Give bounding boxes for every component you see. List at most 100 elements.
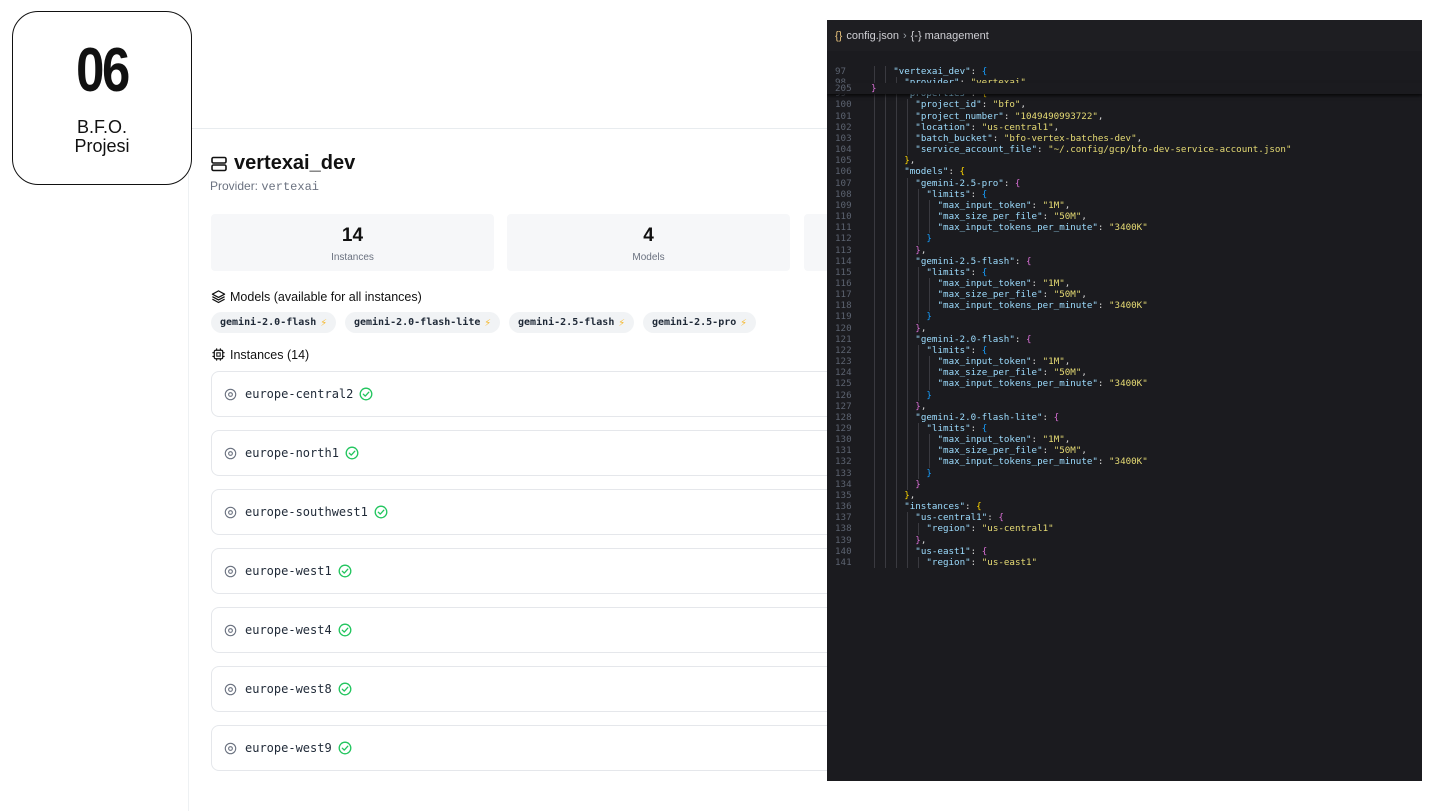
code-text: "batch_bucket": "bfo-vertex-batches-dev"… [915, 132, 1143, 144]
code-line[interactable]: 103 "batch_bucket": "bfo-vertex-batches-d… [827, 132, 1422, 145]
stat-value: 14 [341, 225, 364, 246]
code-line[interactable]: 113}, [827, 244, 1422, 256]
code-line[interactable]: 107 "gemini-2.5-pro": { [827, 177, 1422, 189]
code-line[interactable]: 137 "us-central1": { [827, 512, 1422, 524]
code-line[interactable]: 141 "region": "us-east1" [827, 556, 1422, 569]
model-chip-label: gemini-2.5-pro [651, 317, 737, 328]
layers-icon [211, 290, 226, 304]
code-line[interactable]: 106 "models": { [827, 166, 1422, 178]
model-chip[interactable]: gemini-2.5-flash ⚡ [509, 312, 634, 333]
code-line[interactable]: 104 "service_account_file": "~/.config/gc… [827, 144, 1422, 156]
code-line[interactable]: 108 "limits": { [827, 188, 1422, 200]
code-line[interactable]: 119} [827, 311, 1422, 323]
code-line[interactable]: 118 "max_input_tokens_per_minute": "3400K… [827, 300, 1422, 312]
code-line[interactable]: 97 "vertexai_dev": { [827, 66, 1422, 78]
line-number: 109 [835, 199, 852, 211]
code-line[interactable]: 102 "location": "us-central1", [827, 121, 1422, 133]
code-line[interactable]: 127}, [827, 400, 1422, 412]
code-line[interactable]: 100 "project_id": "bfo", [827, 99, 1422, 111]
code-text: "max_size_per_file": "50M", [937, 445, 1087, 457]
code-text: "limits": { [926, 344, 988, 356]
code-line[interactable]: 140 "us-east1": { [827, 545, 1422, 557]
code-line[interactable]: 109 "max_input_token": "1M", [827, 199, 1422, 212]
code-line[interactable]: 120}, [827, 322, 1422, 334]
object-symbol-icon: {-} [910, 29, 922, 42]
instance-row[interactable]: europe-central2 [211, 371, 829, 417]
line-number: 110 [835, 211, 852, 223]
line-number: 115 [835, 266, 852, 278]
code-line[interactable]: 105}, [827, 155, 1422, 167]
code-line[interactable]: 125 "max_input_tokens_per_minute": "3400K… [827, 378, 1422, 390]
bolt-icon: ⚡ [320, 316, 327, 329]
code-line[interactable]: 130 "max_input_token": "1M", [827, 434, 1422, 446]
code-line[interactable]: 111 "max_input_tokens_per_minute": "3400K… [827, 222, 1422, 234]
map-pin-icon [224, 565, 237, 577]
code-text: }, [904, 155, 916, 167]
code-line[interactable]: 110 "max_size_per_file": "50M", [827, 211, 1422, 223]
instance-row[interactable]: europe-west4 [211, 607, 829, 653]
code-line[interactable]: 128 "gemini-2.0-flash-lite": { [827, 411, 1422, 423]
server-icon [211, 156, 227, 171]
line-number: 108 [835, 188, 852, 200]
code-line[interactable]: 134} [827, 478, 1422, 490]
breadcrumb-file[interactable]: config.json [846, 30, 899, 42]
model-chip[interactable]: gemini-2.0-flash ⚡ [211, 312, 336, 333]
model-chip[interactable]: gemini-2.0-flash-lite ⚡ [344, 312, 501, 333]
code-line[interactable]: 114 "gemini-2.5-flash": { [827, 255, 1422, 267]
code-text: "vertexai_dev": { [893, 66, 988, 77]
stat-card-partial [804, 214, 829, 271]
code-line[interactable]: 126} [827, 389, 1422, 401]
line-number: 112 [835, 233, 852, 245]
model-chip-label: gemini-2.0-flash-lite [353, 317, 481, 328]
check-circle-icon [359, 387, 373, 401]
line-number: 134 [835, 478, 852, 490]
model-chip[interactable]: gemini-2.5-pro ⚡ [642, 312, 756, 333]
sticky-scroll-line[interactable]: 205} [827, 83, 1422, 95]
code-text: "gemini-2.5-pro": { [915, 177, 1021, 189]
instance-row[interactable]: europe-west1 [211, 548, 829, 594]
line-number: 127 [835, 400, 852, 412]
code-editor: {} config.json › {-} management 205} 97 "… [827, 20, 1422, 781]
code-line[interactable]: 123 "max_input_token": "1M", [827, 356, 1422, 368]
code-line[interactable]: 136 "instances": { [827, 501, 1422, 513]
code-line[interactable]: 121 "gemini-2.0-flash": { [827, 333, 1422, 345]
breadcrumb-symbol[interactable]: management [925, 30, 989, 42]
code-line[interactable]: 131 "max_size_per_file": "50M", [827, 445, 1422, 457]
code-line[interactable]: 124 "max_size_per_file": "50M", [827, 367, 1422, 379]
code-line[interactable]: 135}, [827, 489, 1422, 502]
line-number: 113 [835, 244, 852, 256]
line-number: 97 [835, 66, 847, 77]
line-number: 105 [835, 155, 852, 167]
code-line[interactable]: 116 "max_input_token": "1M", [827, 277, 1422, 290]
code-line[interactable]: 129 "limits": { [827, 423, 1422, 435]
instance-row[interactable]: europe-west9 [211, 725, 829, 771]
instance-name: europe-west8 [245, 682, 332, 696]
check-circle-icon [338, 741, 352, 755]
instance-row[interactable]: europe-north1 [211, 430, 829, 476]
code-line[interactable]: 101 "project_number": "1049490993722", [827, 110, 1422, 122]
code-text: "region": "us-central1" [926, 523, 1054, 535]
line-number: 126 [835, 389, 852, 401]
code-line[interactable]: 139}, [827, 534, 1422, 546]
code-line[interactable]: 117 "max_size_per_file": "50M", [827, 289, 1422, 301]
code-line[interactable]: 112} [827, 233, 1422, 245]
code-line[interactable]: 115 "limits": { [827, 266, 1422, 278]
line-number: 125 [835, 378, 852, 390]
instance-row[interactable]: europe-southwest1 [211, 489, 829, 535]
line-number: 100 [835, 99, 852, 111]
line-number: 101 [835, 110, 852, 122]
code-text: "region": "us-east1" [926, 556, 1038, 568]
code-line[interactable]: 132 "max_input_tokens_per_minute": "3400K… [827, 456, 1422, 468]
map-pin-icon [224, 624, 237, 636]
code-line[interactable]: 138 "region": "us-central1" [827, 523, 1422, 535]
code-line[interactable]: 133} [827, 467, 1422, 479]
provider-value: vertexai [261, 180, 319, 194]
code-line[interactable]: 122 "limits": { [827, 344, 1422, 357]
provider-title-row: vertexai_dev [210, 152, 355, 175]
map-pin-icon [224, 447, 237, 459]
code-lines[interactable]: 97"vertexai_dev": {98"provider": "vertex… [827, 66, 1422, 569]
provider-subtitle: Provider: vertexai [210, 179, 319, 194]
instance-row[interactable]: europe-west8 [211, 666, 829, 712]
check-circle-icon [374, 505, 388, 519]
stat-label: Models [632, 252, 665, 263]
